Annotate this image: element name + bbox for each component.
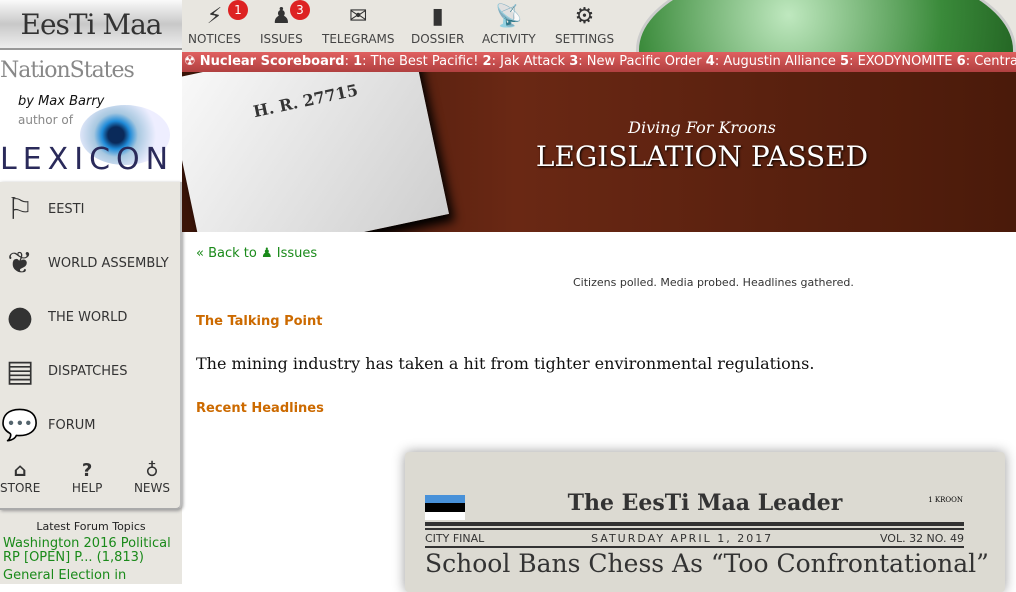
back-text: « Back to bbox=[196, 246, 257, 261]
newspaper-name: The EesTi Maa Leader bbox=[567, 490, 843, 516]
ticker-entry[interactable]: 6: Central Trea bbox=[957, 54, 1016, 69]
paper-text: H. R. 27715 bbox=[251, 80, 360, 122]
forum-topic-link[interactable]: Washington 2016 Political RP [OPEN] P...… bbox=[0, 537, 182, 565]
nav-item-the-world[interactable]: ● THE WORLD bbox=[0, 290, 180, 344]
notices-label: NOTICES bbox=[188, 32, 241, 46]
site-logo: NationStates bbox=[0, 58, 135, 83]
laurel-icon: ❦ bbox=[7, 245, 33, 281]
ticker-entry[interactable]: 1: The Best Pacific! bbox=[353, 54, 482, 69]
issues-label: ISSUES bbox=[260, 32, 303, 46]
nav-label: EESTI bbox=[48, 201, 85, 217]
forum-topic-link[interactable]: General Election in bbox=[0, 569, 182, 583]
notices-badge: 1 bbox=[228, 0, 248, 20]
ticker-title: Nuclear Scoreboard bbox=[199, 54, 345, 69]
nation-name[interactable]: EesTi Maa bbox=[0, 0, 182, 50]
nav-item-world-assembly[interactable]: ❦ WORLD ASSEMBLY bbox=[0, 236, 180, 290]
store-label: STORE bbox=[0, 481, 41, 495]
person-icon: ♟ bbox=[260, 246, 273, 261]
dossier-button[interactable]: ▮ DOSSIER bbox=[411, 0, 464, 46]
store-button[interactable]: ⌂ STORE bbox=[0, 460, 40, 495]
settings-button[interactable]: ⚙ SETTINGS bbox=[555, 0, 614, 46]
volume: VOL. 32 NO. 49 bbox=[879, 532, 964, 545]
telegrams-button[interactable]: ✉ TELEGRAMS bbox=[322, 0, 395, 46]
settings-label: SETTINGS bbox=[555, 32, 615, 46]
activity-button[interactable]: 📡 ACTIVITY bbox=[482, 0, 536, 46]
mushroom-cloud-icon: ☢ bbox=[184, 54, 196, 69]
lightbulb-icon: ♁ bbox=[145, 460, 159, 481]
nav-label: DISPATCHES bbox=[48, 363, 128, 379]
headline: School Bans Chess As “Too Confrontationa… bbox=[425, 549, 989, 578]
nav-item-dispatches[interactable]: ▤ DISPATCHES bbox=[0, 344, 180, 398]
nuclear-scoreboard-ticker[interactable]: ☢ Nuclear Scoreboard: 1: The Best Pacifi… bbox=[182, 52, 1016, 72]
newspaper-icon: ▤ bbox=[5, 353, 35, 389]
gears-icon: ⚙ bbox=[574, 4, 595, 29]
question-icon: ? bbox=[81, 460, 93, 481]
newspaper-price: 1 KROON bbox=[928, 496, 963, 504]
envelope-icon: ✉ bbox=[349, 4, 368, 29]
talking-point-heading: The Talking Point bbox=[196, 314, 323, 329]
ad-author-of: author of bbox=[18, 113, 73, 127]
ad-by: by Max Barry bbox=[18, 94, 105, 109]
news-label: NEWS bbox=[133, 481, 170, 495]
book-icon: ▮ bbox=[431, 4, 444, 29]
rule bbox=[425, 528, 964, 530]
forum-topics: Latest Forum Topics Washington 2016 Poli… bbox=[0, 520, 182, 583]
nav-item-eesti[interactable]: ⚐ EESTI bbox=[0, 182, 180, 236]
nav-label: THE WORLD bbox=[48, 309, 128, 325]
issues-badge: 3 bbox=[290, 0, 310, 20]
ticker-entry[interactable]: 2: Jak Attack bbox=[483, 54, 570, 69]
help-label: HELP bbox=[71, 481, 103, 495]
banner-subtitle: Diving For Kroons bbox=[628, 118, 776, 137]
ad-book: LEXICON bbox=[0, 142, 175, 177]
top-toolbar: ⚡ NOTICES 1 ♟ ISSUES 3 ✉ TELEGRAMS ▮ DOSSIER… bbox=[182, 0, 1016, 52]
help-button[interactable]: ? HELP bbox=[72, 460, 103, 495]
satellite-dish-icon: 📡 bbox=[495, 4, 523, 29]
polled-text: Citizens polled. Media probed. Headlines… bbox=[573, 276, 854, 289]
flag-icon: ⚐ bbox=[6, 191, 34, 227]
newspaper: The EesTi Maa Leader 1 KROON CITY FINAL … bbox=[405, 452, 1005, 592]
nav-item-forum[interactable]: 💬 FORUM bbox=[0, 398, 180, 452]
newspaper-meta: CITY FINAL SATURDAY APRIL 1, 2017 VOL. 3… bbox=[425, 532, 964, 545]
dossier-label: DOSSIER bbox=[411, 32, 465, 46]
news-button[interactable]: ♁ NEWS bbox=[134, 460, 170, 495]
main-nav: ⚐ EESTI ❦ WORLD ASSEMBLY ● THE WORLD ▤ DISPA… bbox=[0, 182, 182, 510]
rule bbox=[425, 546, 964, 548]
ticker-entries: 1: The Best Pacific! 2: Jak Attack 3: Ne… bbox=[353, 54, 1016, 69]
ticker-entry[interactable]: 5: EXODYNOMITE bbox=[840, 54, 957, 69]
telegrams-label: TELEGRAMS bbox=[322, 32, 395, 46]
globe-icon: ● bbox=[6, 299, 34, 335]
globe-decoration bbox=[636, 0, 1016, 52]
nav-label: FORUM bbox=[48, 417, 96, 433]
sidebar: EesTi Maa NationStates by Max Barry auth… bbox=[0, 0, 182, 584]
speech-bubbles-icon: 💬 bbox=[1, 407, 39, 443]
lexicon-ad[interactable]: NationStates by Max Barry author of LEXI… bbox=[0, 50, 182, 182]
gift-icon: ⌂ bbox=[13, 460, 27, 481]
activity-label: ACTIVITY bbox=[482, 32, 536, 46]
talking-point: The mining industry has taken a hit from… bbox=[196, 354, 815, 373]
back-to-issues-link[interactable]: « Back to ♟ Issues bbox=[196, 246, 317, 261]
forum-heading: Latest Forum Topics bbox=[36, 520, 146, 533]
banner: H. R. 27715 Diving For Kroons LEGISLATIO… bbox=[182, 72, 1016, 232]
ticker-entry[interactable]: 3: New Pacific Order bbox=[569, 54, 706, 69]
rule bbox=[425, 522, 964, 526]
nav-label: WORLD ASSEMBLY bbox=[48, 255, 169, 271]
banner-title: LEGISLATION PASSED bbox=[535, 140, 869, 173]
date: SATURDAY APRIL 1, 2017 bbox=[591, 532, 774, 545]
edition: CITY FINAL bbox=[425, 532, 485, 545]
ticker-entry[interactable]: 4: Augustin Alliance bbox=[706, 54, 840, 69]
recent-headlines-heading: Recent Headlines bbox=[196, 401, 324, 416]
issues-link-text: Issues bbox=[276, 246, 318, 261]
